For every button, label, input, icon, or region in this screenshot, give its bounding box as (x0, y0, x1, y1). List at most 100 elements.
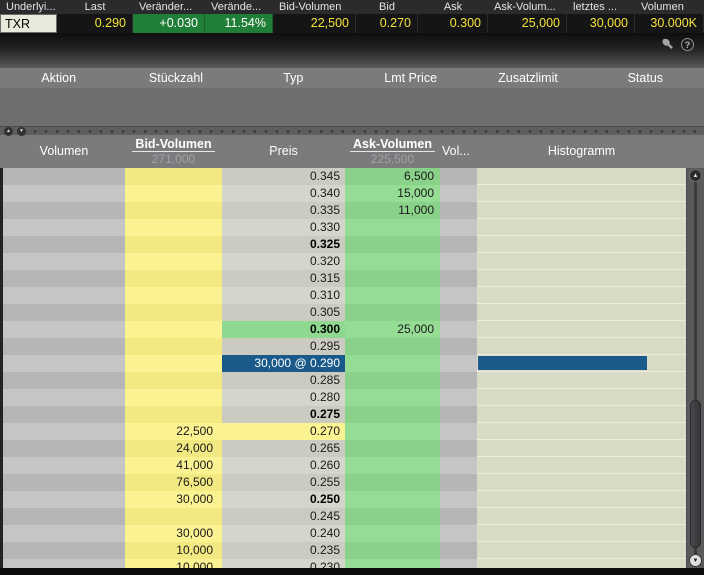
row-bid-volume-cell[interactable] (125, 202, 222, 219)
row-ask-volume-cell[interactable] (345, 440, 440, 457)
row-bid-volume-cell[interactable]: 76,500 (125, 474, 222, 491)
orders-col-status[interactable]: Status (587, 68, 704, 88)
row-bid-volume-cell[interactable] (125, 304, 222, 321)
quote-col-volume[interactable]: Volumen (635, 0, 704, 14)
price-cell[interactable]: 0.340 (222, 185, 345, 202)
quote-col-last[interactable]: Last (57, 0, 133, 14)
price-cell[interactable]: 0.260 (222, 457, 345, 474)
price-cell[interactable]: 0.300 (222, 321, 345, 338)
row-bid-volume-cell[interactable] (125, 338, 222, 355)
quote-col-underlying[interactable]: Underlyi... (0, 0, 57, 14)
quote-col-last-size[interactable]: letztes ... (567, 0, 635, 14)
row-bid-volume-cell[interactable] (125, 355, 222, 372)
help-icon[interactable]: ? (681, 38, 694, 51)
price-cell[interactable]: 0.285 (222, 372, 345, 389)
scrollbar-thumb[interactable] (690, 400, 701, 548)
row-ask-volume-cell[interactable] (345, 338, 440, 355)
row-ask-volume-cell[interactable] (345, 542, 440, 559)
price-cell[interactable]: 0.230 (222, 559, 345, 568)
row-ask-volume-cell[interactable] (345, 219, 440, 236)
row-bid-volume-cell[interactable]: 41,000 (125, 457, 222, 474)
row-ask-volume-cell[interactable] (345, 474, 440, 491)
row-ask-volume-cell[interactable] (345, 457, 440, 474)
row-bid-volume-cell[interactable] (125, 508, 222, 525)
price-cell[interactable]: 0.335 (222, 202, 345, 219)
price-cell[interactable]: 0.255 (222, 474, 345, 491)
row-bid-volume-cell[interactable]: 30,000 (125, 491, 222, 508)
price-cell[interactable]: 0.330 (222, 219, 345, 236)
price-cell[interactable]: 0.315 (222, 270, 345, 287)
price-cell[interactable]: 0.250 (222, 491, 345, 508)
row-ask-volume-cell[interactable] (345, 372, 440, 389)
row-ask-volume-cell[interactable] (345, 287, 440, 304)
price-cell[interactable]: 0.320 (222, 253, 345, 270)
row-bid-volume-cell[interactable] (125, 270, 222, 287)
row-ask-volume-cell[interactable]: 6,500 (345, 168, 440, 185)
row-ask-volume-cell[interactable] (345, 304, 440, 321)
row-bid-volume-cell[interactable]: 24,000 (125, 440, 222, 457)
row-bid-volume-cell[interactable]: 22,500 (125, 423, 222, 440)
row-bid-volume-cell[interactable] (125, 372, 222, 389)
orders-col-aux-limit[interactable]: Zusatzlimit (469, 68, 586, 88)
row-bid-volume-cell[interactable]: 10,000 (125, 542, 222, 559)
quote-col-ask-volume[interactable]: Ask-Volum... (488, 0, 567, 14)
price-cell[interactable]: 0.305 (222, 304, 345, 321)
row-volume2-cell (440, 355, 477, 372)
row-ask-volume-cell[interactable]: 25,000 (345, 321, 440, 338)
row-volume-cell (3, 423, 125, 440)
splitter-bar[interactable]: ▲ ▼ (0, 126, 704, 136)
scrollbar[interactable]: ▲ ▼ (686, 168, 704, 568)
row-ask-volume-cell[interactable] (345, 525, 440, 542)
row-bid-volume-cell[interactable] (125, 185, 222, 202)
row-bid-volume-cell[interactable] (125, 321, 222, 338)
row-ask-volume-cell[interactable] (345, 508, 440, 525)
row-bid-volume-cell[interactable]: 10,000 (125, 559, 222, 568)
price-cell[interactable]: 0.270 (222, 423, 345, 440)
scroll-up-icon[interactable]: ▲ (689, 169, 702, 182)
wrench-icon[interactable] (661, 38, 674, 51)
row-ask-volume-cell[interactable]: 11,000 (345, 202, 440, 219)
row-ask-volume-cell[interactable] (345, 355, 440, 372)
row-bid-volume-cell[interactable] (125, 219, 222, 236)
row-ask-volume-cell[interactable] (345, 406, 440, 423)
quote-col-change[interactable]: Veränder... (133, 0, 205, 14)
row-bid-volume-cell[interactable] (125, 406, 222, 423)
price-cell[interactable]: 0.235 (222, 542, 345, 559)
row-volume2-cell (440, 253, 477, 270)
quote-col-ask[interactable]: Ask (418, 0, 488, 14)
row-bid-volume-cell[interactable] (125, 168, 222, 185)
price-cell[interactable]: 0.275 (222, 406, 345, 423)
row-bid-volume-cell[interactable]: 30,000 (125, 525, 222, 542)
row-ask-volume-cell[interactable] (345, 270, 440, 287)
row-ask-volume-cell[interactable] (345, 491, 440, 508)
orders-col-type[interactable]: Typ (235, 68, 352, 88)
price-cell[interactable]: 0.265 (222, 440, 345, 457)
row-bid-volume-cell[interactable] (125, 287, 222, 304)
row-bid-volume-cell[interactable] (125, 253, 222, 270)
quote-col-change-pct[interactable]: Verände... (205, 0, 273, 14)
row-ask-volume-cell[interactable] (345, 559, 440, 568)
quote-col-bid-volume[interactable]: Bid-Volumen (273, 0, 356, 14)
price-cell[interactable]: 0.345 (222, 168, 345, 185)
orders-col-action[interactable]: Aktion (0, 68, 117, 88)
row-ask-volume-cell[interactable] (345, 253, 440, 270)
symbol-cell[interactable]: TXR (0, 14, 57, 33)
row-ask-volume-cell[interactable] (345, 389, 440, 406)
price-cell[interactable]: 0.245 (222, 508, 345, 525)
row-bid-volume-cell[interactable] (125, 389, 222, 406)
price-cell[interactable]: 0.240 (222, 525, 345, 542)
ladder-row: 0.245 (3, 508, 704, 525)
orders-col-lmt-price[interactable]: Lmt Price (352, 68, 469, 88)
price-cell[interactable]: 0.295 (222, 338, 345, 355)
row-ask-volume-cell[interactable] (345, 236, 440, 253)
last-trade-cell[interactable]: 30,000 @ 0.290 (222, 355, 345, 372)
scroll-down-icon[interactable]: ▼ (689, 554, 702, 567)
row-ask-volume-cell[interactable] (345, 423, 440, 440)
quote-col-bid[interactable]: Bid (356, 0, 418, 14)
price-cell[interactable]: 0.325 (222, 236, 345, 253)
price-cell[interactable]: 0.280 (222, 389, 345, 406)
price-cell[interactable]: 0.310 (222, 287, 345, 304)
row-bid-volume-cell[interactable] (125, 236, 222, 253)
row-ask-volume-cell[interactable]: 15,000 (345, 185, 440, 202)
orders-col-quantity[interactable]: Stückzahl (117, 68, 234, 88)
